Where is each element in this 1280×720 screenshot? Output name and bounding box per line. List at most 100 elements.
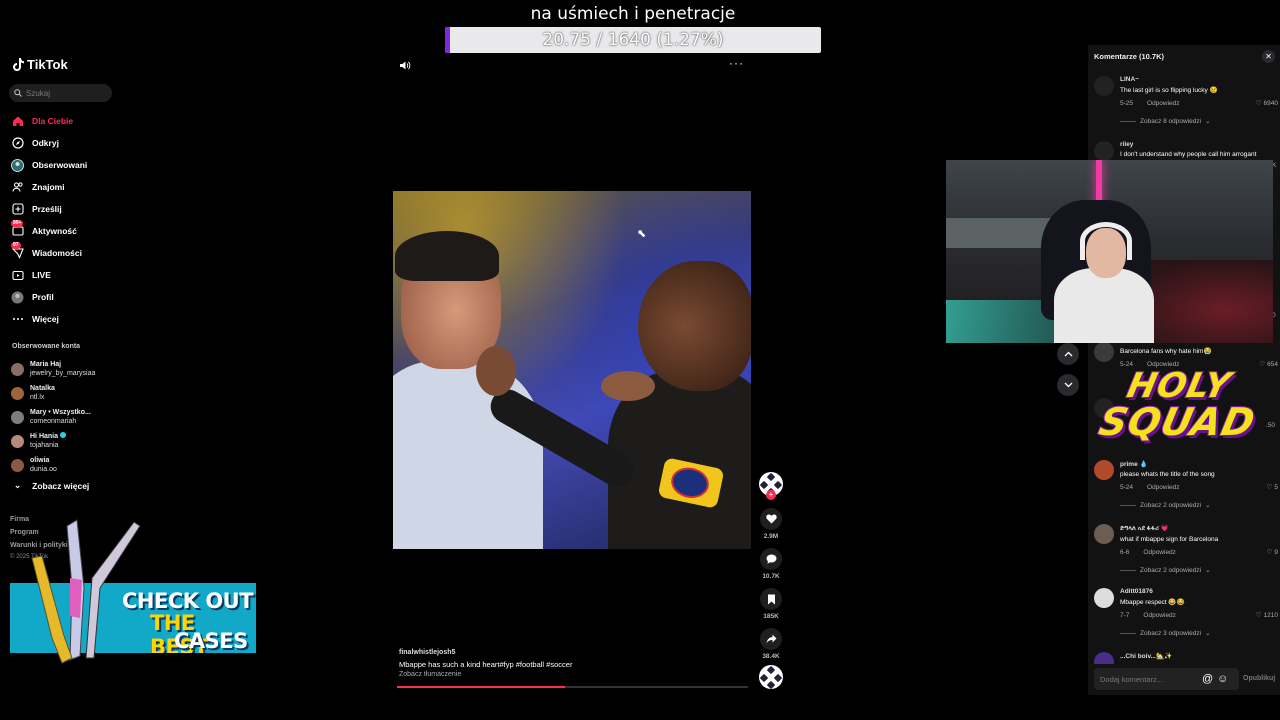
comment-like-count: 6940 <box>1263 99 1278 107</box>
followed-account[interactable]: Hi Hania tojahania <box>11 429 95 453</box>
mention-icon[interactable]: @ <box>1202 673 1213 685</box>
sidebar-nav: Dla Ciebie Odkryj Obserwowani Znajomi Pr… <box>11 110 87 330</box>
comment-like-button[interactable]: ♡ 654 <box>1259 360 1280 369</box>
search-bar[interactable] <box>9 84 112 102</box>
heart-outline-icon: ♡ <box>1266 549 1273 556</box>
save-count: 185K <box>763 613 779 620</box>
chevron-down-icon: ⌄ <box>1205 567 1211 574</box>
nav-item-upload[interactable]: Prześlij <box>11 198 87 220</box>
followed-account[interactable]: Natalka ntl.lx <box>11 381 95 405</box>
bookmark-button[interactable] <box>760 588 782 610</box>
follow-plus-icon[interactable]: + <box>766 490 776 500</box>
comment-user[interactable]: riley <box>1120 141 1280 148</box>
followed-account[interactable]: Mary • Wszystko... comeonmariah <box>11 405 95 429</box>
reply-button[interactable]: Odpowiedz <box>1143 549 1176 556</box>
comment-button[interactable] <box>760 548 782 570</box>
view-replies-label: Zobacz 2 odpowiedzi <box>1140 501 1202 509</box>
feed-navigation <box>1057 343 1079 405</box>
account-name: Natalka <box>30 385 55 392</box>
volume-icon[interactable] <box>399 58 411 76</box>
nav-item-profile[interactable]: Profil <box>11 286 87 308</box>
video-player[interactable] <box>393 191 751 549</box>
comment-icon <box>766 554 776 564</box>
nav-label: Wiadomości <box>32 248 82 258</box>
reply-button[interactable]: Odpowiedz <box>1143 612 1176 619</box>
reply-button[interactable]: Odpowiedz <box>1147 100 1180 107</box>
followed-account[interactable]: Maria Haj jewelry_by_marysiaa <box>11 357 95 381</box>
next-video-button[interactable] <box>1057 374 1079 396</box>
comment-text: what if mbappe sign for Barcelona <box>1120 536 1219 543</box>
heart-icon <box>765 514 777 524</box>
nav-item-for-you[interactable]: Dla Ciebie <box>11 110 87 132</box>
nav-item-activity[interactable]: 99+ Aktywność <box>11 219 87 242</box>
comment-user[interactable]: prime 💧 <box>1120 460 1280 468</box>
comment-user[interactable]: Aditt01876 <box>1120 588 1280 595</box>
previous-video-button[interactable] <box>1057 343 1079 365</box>
comment-user[interactable]: LINA~ <box>1120 76 1280 83</box>
nav-label: Znajomi <box>32 182 65 192</box>
post-comment-button[interactable]: Opublikuj <box>1243 675 1275 682</box>
nav-label: Dla Ciebie <box>32 116 74 126</box>
nav-item-live[interactable]: LIVE <box>11 264 87 286</box>
view-replies-button[interactable]: Zobacz 8 odpowiedzi ⌄ <box>1120 117 1280 125</box>
see-more-label: Zobacz więcej <box>32 480 90 491</box>
view-replies-button[interactable]: Zobacz 2 odpowiedzi ⌄ <box>1120 501 1280 509</box>
comment-user[interactable]: ድግላለ አደ ፋፋሪ 💗 <box>1120 524 1280 533</box>
avatar[interactable] <box>1094 652 1114 664</box>
avatar[interactable] <box>1094 460 1114 480</box>
sound-disc-icon[interactable] <box>759 665 783 689</box>
comment-like-button[interactable]: ♡ 5 <box>1267 483 1280 492</box>
followed-account[interactable]: oliwia dunia.oo <box>11 453 95 477</box>
see-more-button[interactable]: ⌄ Zobacz więcej <box>14 480 89 491</box>
like-button[interactable] <box>760 508 782 530</box>
nav-item-following[interactable]: Obserwowani <box>11 154 87 176</box>
comment-like-button[interactable]: ♡ 6940 <box>1256 99 1280 108</box>
avatar[interactable] <box>1094 76 1114 96</box>
comment-like-count: 1210 <box>1263 611 1278 619</box>
mouse-cursor-icon: ⬉ <box>637 228 647 240</box>
comment-text: Mbappe respect 😂😂 <box>1120 599 1185 606</box>
share-button[interactable] <box>760 628 782 650</box>
close-icon[interactable]: ✕ <box>1262 50 1275 63</box>
nav-item-messages[interactable]: 97 Wiadomości <box>11 241 87 264</box>
comment-like-button[interactable]: ♡ 1210 <box>1255 611 1280 620</box>
bookmark-icon <box>767 594 775 604</box>
comment-user[interactable]: ...Chi boiv...🏡✨ <box>1120 652 1280 660</box>
comment-input[interactable] <box>1100 674 1200 684</box>
avatar[interactable] <box>1094 342 1114 362</box>
video-seekbar[interactable] <box>397 686 748 688</box>
nav-item-explore[interactable]: Odkryj <box>11 132 87 154</box>
comment-like-button[interactable]: ♡ 9 <box>1266 548 1280 557</box>
emoji-icon[interactable]: ☺ <box>1217 673 1228 685</box>
search-input[interactable] <box>26 88 104 98</box>
nav-item-friends[interactable]: Znajomi <box>11 176 87 198</box>
tiktok-logo[interactable]: TikTok <box>12 57 68 72</box>
messages-badge: 97 <box>11 241 21 249</box>
see-translation-link[interactable]: Zobacz tłumaczenie <box>399 671 572 678</box>
video-caption: Mbappe has such a kind heart#fyp #footba… <box>399 660 573 669</box>
nav-label: Prześlij <box>32 204 62 214</box>
avatar[interactable] <box>1094 524 1114 544</box>
account-name: Mary • Wszystko... <box>30 409 91 416</box>
nav-item-more[interactable]: Więcej <box>11 308 87 330</box>
heart-outline-icon: ♡ <box>1255 612 1262 619</box>
reply-button[interactable]: Odpowiedz <box>1147 484 1180 491</box>
profile-icon <box>11 291 24 304</box>
tiktok-wordmark: TikTok <box>27 57 68 72</box>
like-count: 2.9M <box>763 533 779 540</box>
view-replies-button[interactable]: Zobacz 2 odpowiedzi ⌄ <box>1120 566 1280 574</box>
video-author[interactable]: finalwhistlejosh5 <box>399 649 572 656</box>
comment-date: 5-24 <box>1120 483 1134 491</box>
avatar[interactable] <box>1094 141 1114 161</box>
avatar[interactable] <box>1094 588 1114 608</box>
live-icon <box>11 269 24 282</box>
view-replies-label: Zobacz 3 odpowiedzi <box>1140 629 1202 637</box>
share-icon <box>766 634 776 644</box>
share-count: 38.4K <box>762 653 780 660</box>
comment-input-box[interactable]: @ ☺ <box>1094 668 1239 690</box>
compass-icon <box>11 137 24 150</box>
nav-label: LIVE <box>32 270 51 280</box>
activity-badge: 99+ <box>11 219 24 227</box>
more-options-icon[interactable]: ··· <box>729 56 744 70</box>
view-replies-button[interactable]: Zobacz 3 odpowiedzi ⌄ <box>1120 629 1280 637</box>
